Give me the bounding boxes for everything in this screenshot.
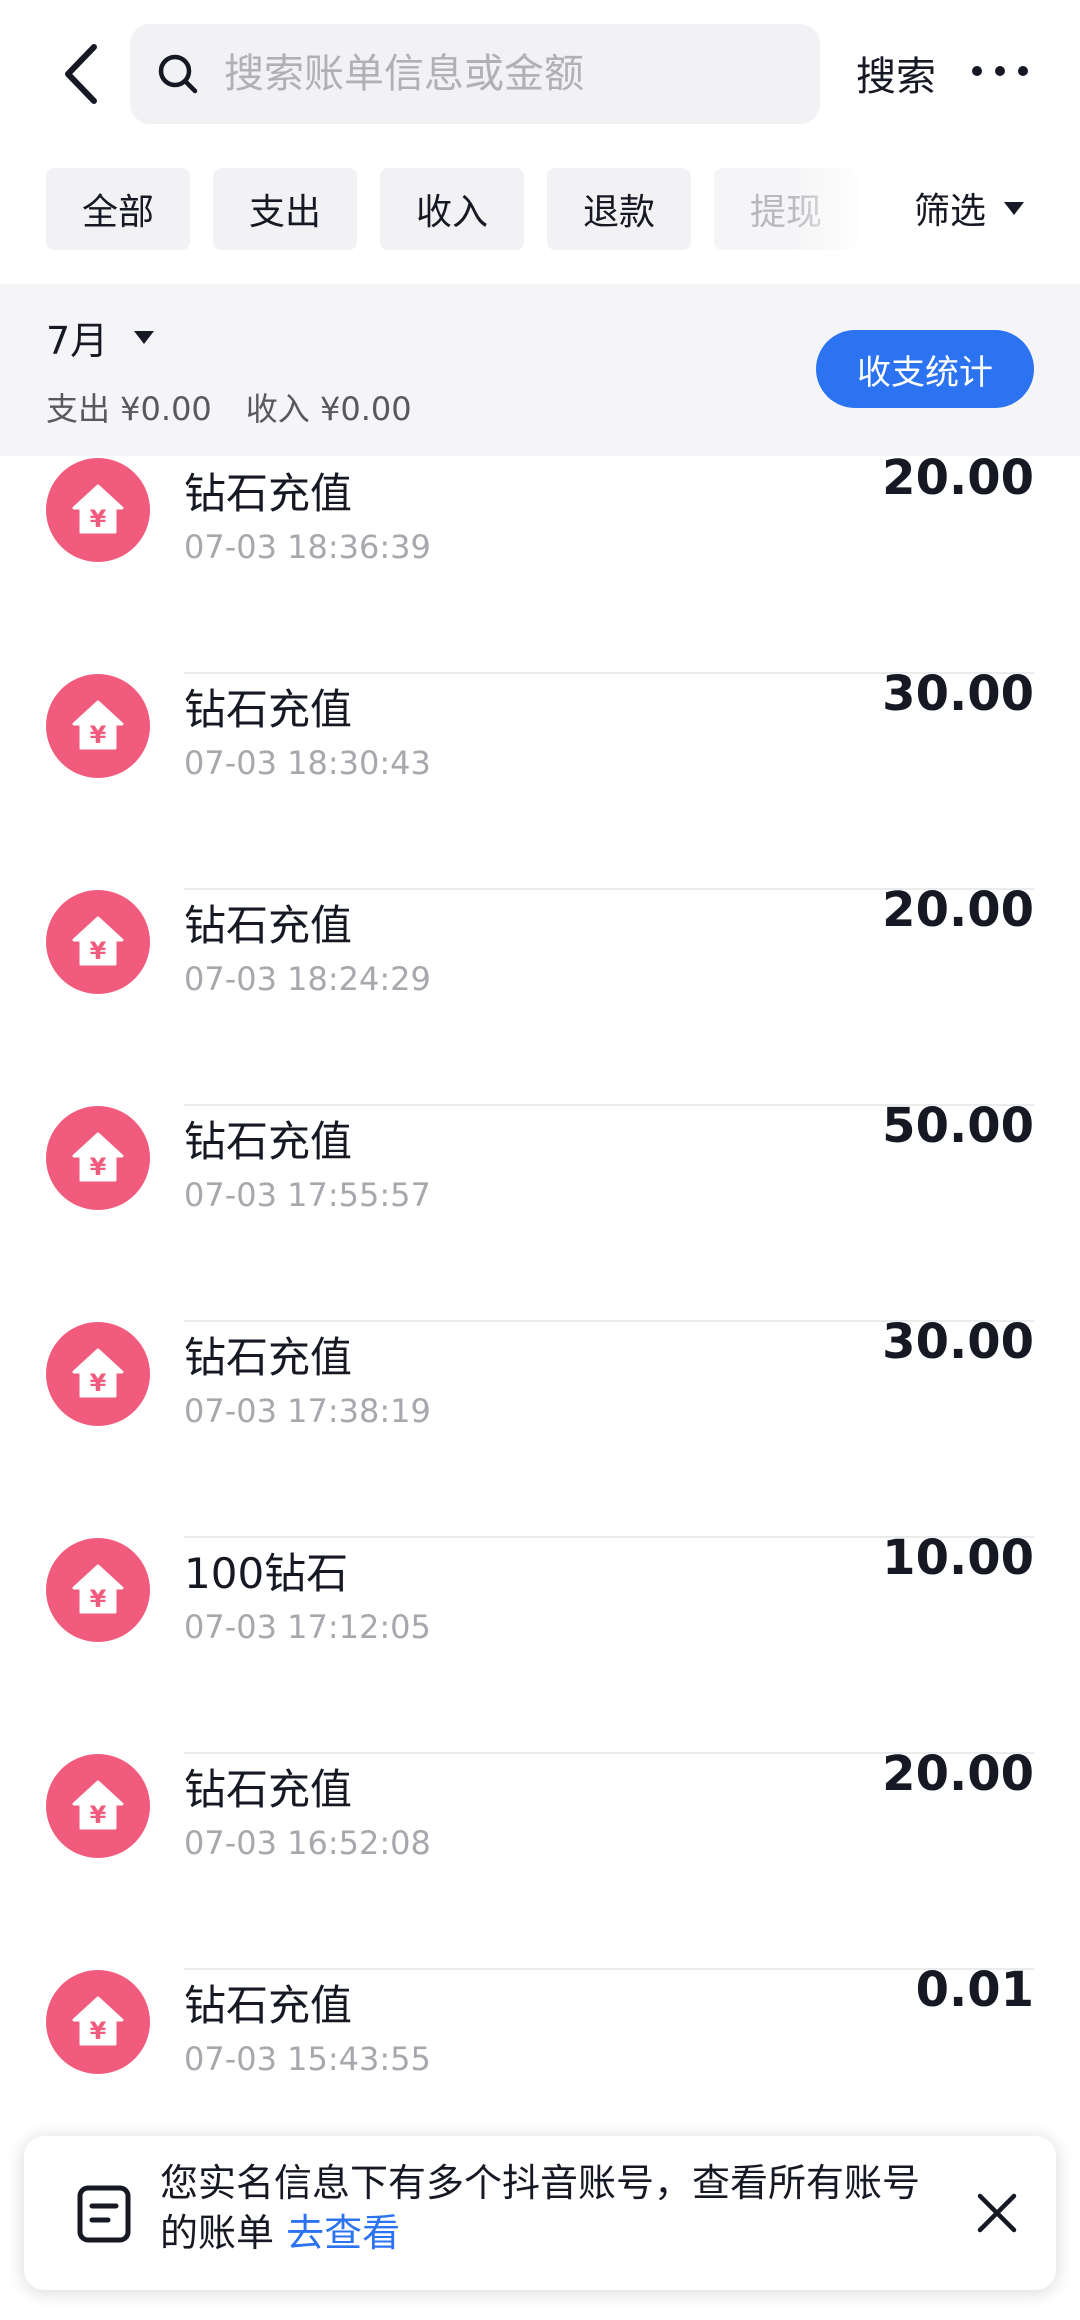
transaction-row[interactable]: ¥ 钻石充值 07-03 17:55:57 50.00 <box>0 998 1080 1322</box>
top-bar: 搜索 <box>0 0 1080 150</box>
transaction-title: 钻石充值 <box>184 1765 353 1814</box>
svg-text:¥: ¥ <box>90 1369 107 1397</box>
yuan-house-icon: ¥ <box>46 890 150 994</box>
transaction-time: 07-03 18:30:43 <box>184 744 431 782</box>
transaction-title: 钻石充值 <box>184 685 353 734</box>
yuan-house-icon: ¥ <box>46 458 150 562</box>
transaction-time: 07-03 17:12:05 <box>184 1608 431 1646</box>
transaction-row[interactable]: ¥ 钻石充值 07-03 15:43:55 0.01 <box>0 1862 1080 2186</box>
transaction-row[interactable]: ¥ 钻石充值 07-03 17:38:19 30.00 <box>0 1214 1080 1538</box>
search-input[interactable] <box>224 51 784 97</box>
svg-text:¥: ¥ <box>90 1585 107 1613</box>
filter-tabs: 全部 支出 收入 退款 提现 筛选 <box>0 168 1080 250</box>
transaction-list: ¥ 钻石充值 07-03 18:36:39 20.00 ¥ 钻石充值 07-03 18:30… <box>0 456 1080 2320</box>
banner-text: 您实名信息下有多个抖音账号，查看所有账号的账单 <box>160 2161 921 2255</box>
tab-expense[interactable]: 支出 <box>213 168 357 250</box>
transaction-title: 钻石充值 <box>184 469 353 518</box>
svg-text:¥: ¥ <box>90 937 107 965</box>
transaction-amount: 20.00 <box>882 1746 1034 1802</box>
month-label: 7月 <box>46 319 109 363</box>
search-bar[interactable] <box>130 24 820 124</box>
month-selector[interactable]: 7月 <box>46 310 155 365</box>
transaction-title: 钻石充值 <box>184 901 353 950</box>
multi-account-banner[interactable]: 您实名信息下有多个抖音账号，查看所有账号的账单 去查看 <box>24 2136 1056 2290</box>
transaction-time: 07-03 16:52:08 <box>184 1824 431 1862</box>
yuan-house-icon: ¥ <box>46 1538 150 1642</box>
yuan-house-icon: ¥ <box>46 674 150 778</box>
triangle-down-icon <box>1004 201 1025 215</box>
transaction-amount: 30.00 <box>882 1314 1034 1370</box>
chevron-left-icon <box>65 44 97 104</box>
transaction-amount: 20.00 <box>882 882 1034 938</box>
transaction-title: 钻石充值 <box>184 1117 353 1166</box>
income-total: 收入 ¥0.00 <box>245 390 412 428</box>
tab-income[interactable]: 收入 <box>380 168 524 250</box>
expense-total: 支出 ¥0.00 <box>46 390 212 428</box>
transaction-row[interactable]: ¥ 钻石充值 07-03 18:36:39 20.00 <box>0 456 1080 674</box>
transaction-amount: 0.01 <box>915 1962 1034 2018</box>
transaction-amount: 20.00 <box>882 456 1034 506</box>
transaction-row[interactable]: ¥ 钻石充值 07-03 18:24:29 20.00 <box>0 782 1080 1106</box>
svg-text:¥: ¥ <box>90 721 107 749</box>
banner-message: 您实名信息下有多个抖音账号，查看所有账号的账单 去查看 <box>160 2158 940 2258</box>
transaction-row[interactable]: ¥ 钻石充值 07-03 16:52:08 20.00 <box>0 1646 1080 1970</box>
transaction-title: 钻石充值 <box>184 1333 353 1382</box>
banner-link[interactable]: 去查看 <box>286 2211 400 2255</box>
search-button[interactable]: 搜索 <box>856 44 936 102</box>
filter-label: 筛选 <box>914 191 987 232</box>
transaction-time: 07-03 18:24:29 <box>184 960 431 998</box>
more-dots-icon[interactable] <box>972 46 1028 96</box>
transaction-title: 100钻石 <box>184 1549 349 1598</box>
month-summary: 7月 支出 ¥0.00 收入 ¥0.00 收支统计 <box>0 284 1080 456</box>
tabs-fade-overlay <box>790 168 870 250</box>
triangle-down-icon <box>134 331 155 344</box>
yuan-house-icon: ¥ <box>46 1106 150 1210</box>
transaction-row[interactable]: ¥100钻石 07-03 17:12:05 10.00 <box>0 1430 1080 1754</box>
tab-refund[interactable]: 退款 <box>547 168 691 250</box>
stats-button[interactable]: 收支统计 <box>816 330 1034 408</box>
svg-text:¥: ¥ <box>90 1801 107 1829</box>
close-icon[interactable] <box>970 2186 1024 2240</box>
document-icon <box>77 2185 131 2243</box>
tab-all[interactable]: 全部 <box>46 168 190 250</box>
transaction-amount: 10.00 <box>882 1530 1034 1586</box>
yuan-house-icon: ¥ <box>46 1322 150 1426</box>
transaction-time: 07-03 17:38:19 <box>184 1392 431 1430</box>
search-icon <box>158 54 198 94</box>
svg-text:¥: ¥ <box>90 505 107 533</box>
svg-text:¥: ¥ <box>90 1153 107 1181</box>
transaction-amount: 30.00 <box>882 666 1034 722</box>
yuan-house-icon: ¥ <box>46 1970 150 2074</box>
back-button[interactable] <box>50 38 110 110</box>
transaction-title: 钻石充值 <box>184 1981 353 2030</box>
svg-text:¥: ¥ <box>90 2017 107 2045</box>
transaction-row[interactable]: ¥ 钻石充值 07-03 18:30:43 30.00 <box>0 566 1080 890</box>
yuan-house-icon: ¥ <box>46 1754 150 1858</box>
filter-button[interactable]: 筛选 <box>914 182 1025 234</box>
transaction-time: 07-03 15:43:55 <box>184 2040 431 2078</box>
transaction-time: 07-03 17:55:57 <box>184 1176 431 1214</box>
transaction-time: 07-03 18:36:39 <box>184 528 431 566</box>
summary-totals: 支出 ¥0.00 收入 ¥0.00 <box>46 384 446 430</box>
transaction-amount: 50.00 <box>882 1098 1034 1154</box>
